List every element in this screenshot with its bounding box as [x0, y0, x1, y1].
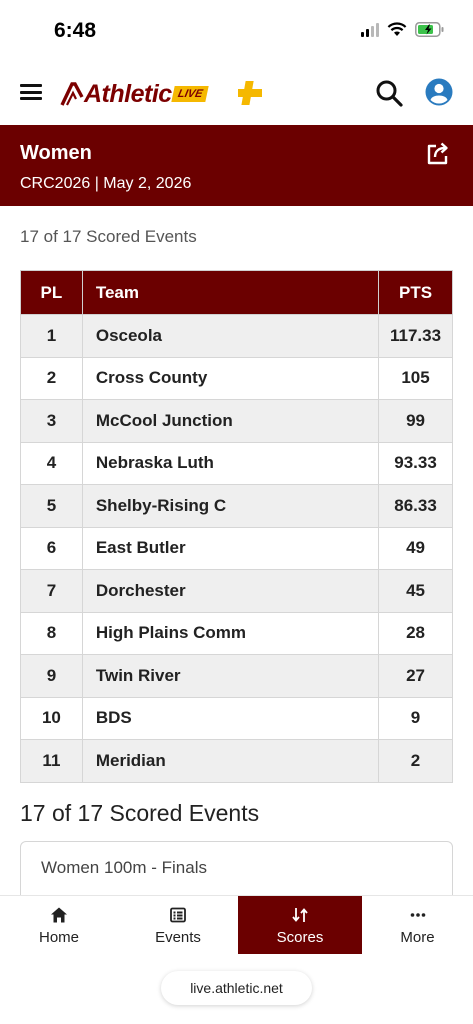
- table-row[interactable]: 8 High Plains Comm 28: [20, 611, 453, 655]
- wifi-icon: [387, 22, 407, 36]
- scored-events-heading: 17 of 17 Scored Events: [20, 800, 260, 826]
- more-icon: [410, 913, 425, 917]
- app-header: Athletic LIVE: [0, 62, 473, 124]
- team-cell[interactable]: Meridian: [81, 739, 380, 783]
- table-row[interactable]: 10 BDS 9: [20, 696, 453, 740]
- nav-scores-label: Scores: [276, 929, 324, 946]
- nav-more[interactable]: More: [362, 896, 473, 954]
- place-cell: 5: [20, 484, 83, 528]
- scored-events-count: 17 of 17 Scored Events: [20, 227, 197, 246]
- points-cell: 9: [378, 696, 453, 740]
- points-cell: 105: [378, 356, 453, 400]
- place-cell: 8: [20, 611, 83, 655]
- nav-events[interactable]: Events: [118, 896, 238, 954]
- table-header-row: PL Team PTS: [20, 270, 453, 315]
- event-name: Women 100m - Finals: [41, 858, 207, 877]
- points-cell: 2: [378, 739, 453, 783]
- status-time: 6:48: [54, 19, 97, 42]
- place-cell: 6: [20, 526, 83, 570]
- nav-scores[interactable]: Scores: [238, 896, 362, 954]
- place-cell: 9: [20, 654, 83, 698]
- cellular-signal-icon: [361, 22, 379, 37]
- team-cell[interactable]: Nebraska Luth: [81, 441, 380, 485]
- points-cell: 28: [378, 611, 453, 655]
- table-row[interactable]: 6 East Butler 49: [20, 526, 453, 570]
- points-cell: 117.33: [378, 314, 453, 358]
- team-standings-table: PL Team PTS 1 Osceola 117.33 2 Cross County…: [20, 270, 453, 783]
- nav-events-label: Events: [155, 929, 201, 946]
- status-icons: [361, 22, 445, 37]
- logo-swoosh-icon: [60, 82, 84, 106]
- place-cell: 7: [20, 569, 83, 613]
- points-cell: 99: [378, 399, 453, 443]
- points-cell: 27: [378, 654, 453, 698]
- athletic-live-logo[interactable]: Athletic LIVE: [60, 76, 209, 112]
- nav-home[interactable]: Home: [0, 896, 118, 954]
- table-row[interactable]: 9 Twin River 27: [20, 654, 453, 698]
- points-cell: 93.33: [378, 441, 453, 485]
- table-row[interactable]: 2 Cross County 105: [20, 356, 453, 400]
- team-cell[interactable]: Cross County: [81, 356, 380, 400]
- table-row[interactable]: 1 Osceola 117.33: [20, 314, 453, 358]
- page-title: Women: [20, 142, 92, 164]
- meet-banner: Women CRC2026 | May 2, 2026: [0, 125, 473, 206]
- team-cell[interactable]: BDS: [81, 696, 380, 740]
- list-icon: [170, 907, 186, 923]
- place-cell: 10: [20, 696, 83, 740]
- meet-subtitle: CRC2026 | May 2, 2026: [20, 175, 192, 192]
- place-cell: 4: [20, 441, 83, 485]
- bottom-nav: Home Events Scores More live.athletic.ne…: [0, 895, 473, 1024]
- status-bar: 6:48: [0, 0, 473, 62]
- home-icon: [51, 907, 67, 923]
- table-row[interactable]: 3 McCool Junction 99: [20, 399, 453, 443]
- table-row[interactable]: 5 Shelby-Rising C 86.33: [20, 484, 453, 528]
- place-cell: 2: [20, 356, 83, 400]
- logo-text: Athletic: [84, 79, 172, 108]
- hamburger-menu-icon[interactable]: [20, 82, 42, 102]
- team-cell[interactable]: Osceola: [81, 314, 380, 358]
- table-row[interactable]: 4 Nebraska Luth 93.33: [20, 441, 453, 485]
- table-row[interactable]: 11 Meridian 2: [20, 739, 453, 783]
- logo-badge: LIVE: [170, 86, 209, 102]
- points-cell: 45: [378, 569, 453, 613]
- column-header-place[interactable]: PL: [20, 270, 83, 315]
- account-avatar-icon[interactable]: [425, 78, 453, 106]
- place-cell: 1: [20, 314, 83, 358]
- team-cell[interactable]: McCool Junction: [81, 399, 380, 443]
- sort-icon: [292, 908, 308, 922]
- browser-url-bar[interactable]: live.athletic.net: [161, 971, 312, 1005]
- points-cell: 49: [378, 526, 453, 570]
- athletic-plus-icon[interactable]: [236, 79, 264, 107]
- nav-more-label: More: [400, 929, 435, 946]
- place-cell: 11: [20, 739, 83, 783]
- battery-charging-icon: [415, 22, 444, 37]
- points-cell: 86.33: [378, 484, 453, 528]
- team-cell[interactable]: Twin River: [81, 654, 380, 698]
- team-cell[interactable]: East Butler: [81, 526, 380, 570]
- team-cell[interactable]: High Plains Comm: [81, 611, 380, 655]
- table-row[interactable]: 7 Dorchester 45: [20, 569, 453, 613]
- column-header-team[interactable]: Team: [81, 270, 380, 315]
- search-icon[interactable]: [374, 78, 404, 108]
- nav-home-label: Home: [38, 929, 79, 946]
- team-cell[interactable]: Dorchester: [81, 569, 380, 613]
- team-cell[interactable]: Shelby-Rising C: [81, 484, 380, 528]
- share-icon[interactable]: [424, 139, 452, 167]
- place-cell: 3: [20, 399, 83, 443]
- column-header-points[interactable]: PTS: [378, 270, 453, 315]
